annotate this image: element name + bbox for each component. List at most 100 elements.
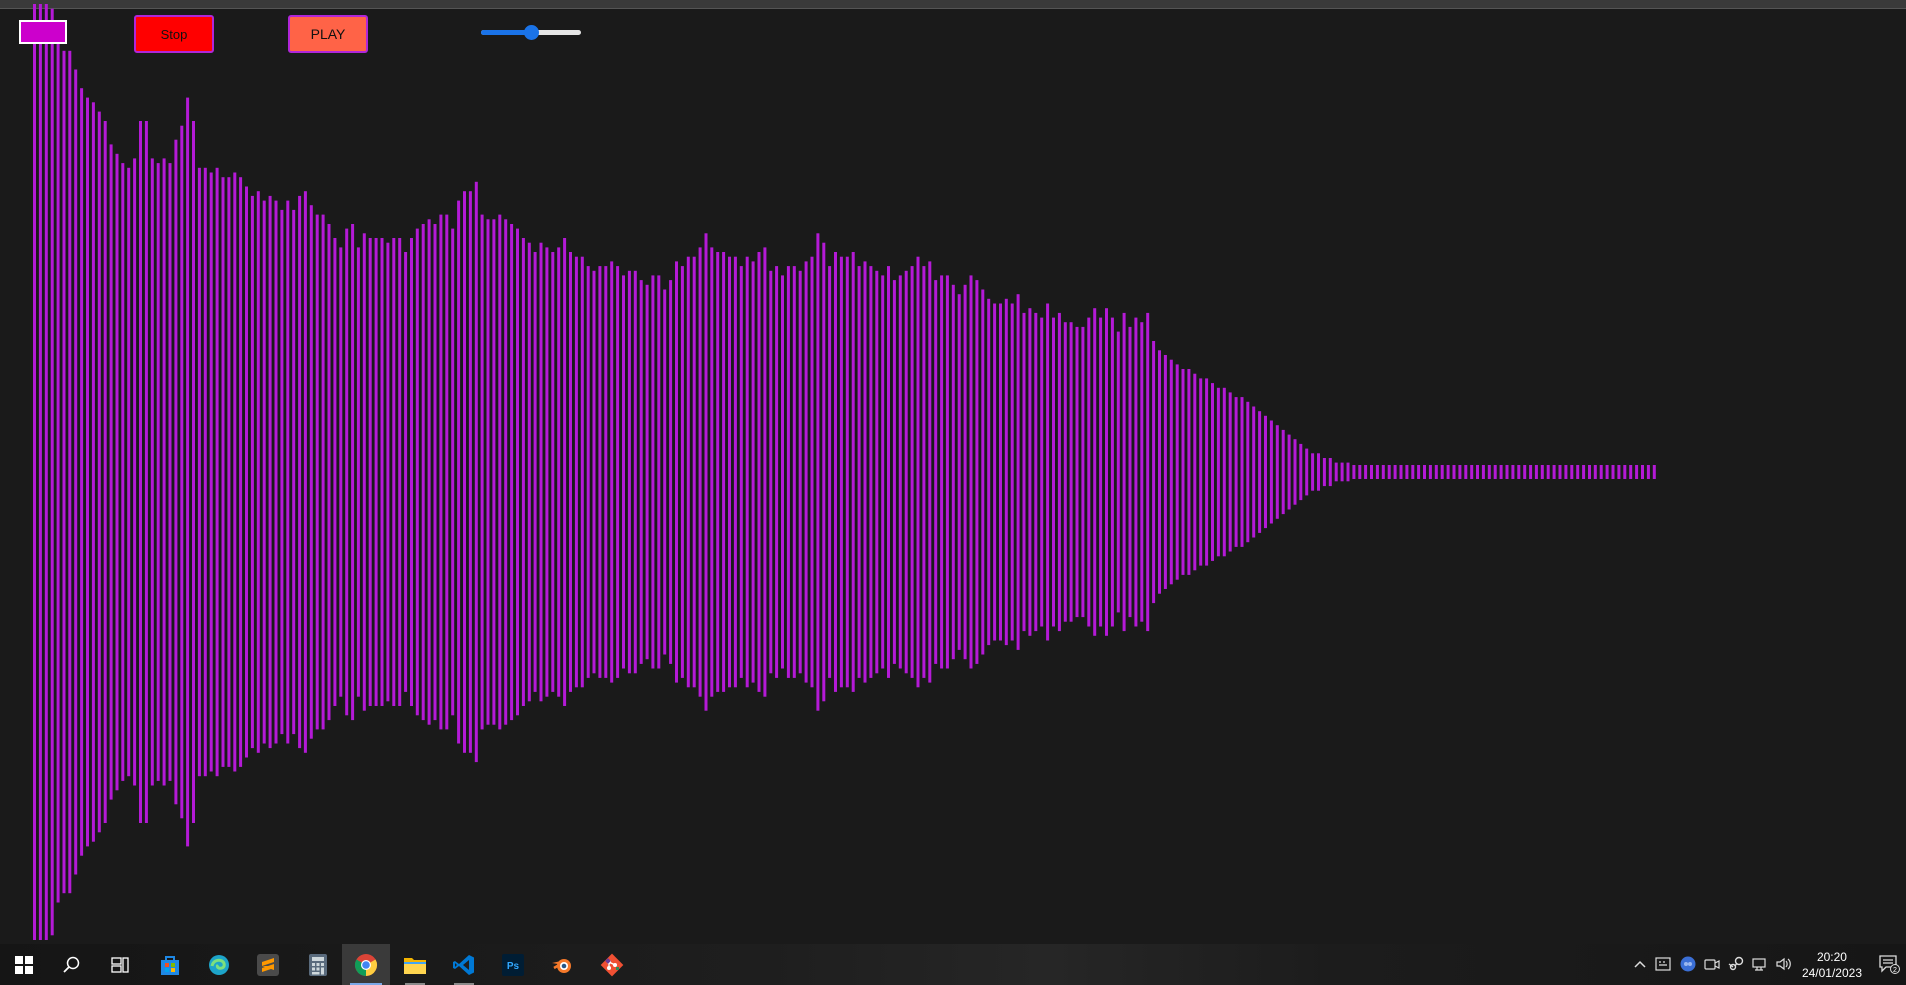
visualizer-bar	[545, 247, 549, 697]
visualizer-bar	[1305, 448, 1309, 496]
visualizer-bar	[781, 275, 784, 669]
visualizer-bar	[68, 50, 72, 894]
visualizer-bar	[751, 261, 755, 683]
visualizer-bar	[380, 238, 384, 706]
chrome-icon[interactable]	[342, 944, 390, 985]
visualizer-bar	[50, 8, 54, 936]
visualizer-bar	[1010, 303, 1014, 641]
visualizer-bar	[1240, 397, 1244, 547]
visualizer-bar	[1287, 434, 1291, 510]
vscode-icon[interactable]	[440, 944, 488, 985]
visualizer-bar	[1641, 465, 1644, 479]
sublime-text-icon[interactable]	[244, 944, 292, 985]
steam-icon[interactable]	[1728, 956, 1744, 972]
chevron-up-icon[interactable]	[1632, 956, 1648, 972]
visualizer-bar	[845, 256, 849, 688]
visualizer-bar	[1611, 465, 1615, 479]
visualizer-bar	[374, 238, 378, 706]
play-button[interactable]: PLAY	[288, 15, 368, 53]
visualizer-bar	[910, 266, 914, 678]
visualizer-bar	[869, 266, 873, 678]
visualizer-bar	[1428, 465, 1432, 479]
visualizer-bar	[1169, 359, 1173, 585]
edge-browser-icon[interactable]	[195, 944, 243, 985]
volume-icon[interactable]	[1776, 956, 1792, 972]
visualizer-bar	[1370, 465, 1373, 479]
notification-count: 2	[1893, 967, 1897, 974]
visualizer-bar	[592, 270, 596, 674]
visualizer-bar	[1423, 465, 1426, 479]
visualizer-bar	[392, 238, 396, 706]
visualizer-bar	[139, 121, 142, 823]
visualizer-bar	[1440, 465, 1444, 479]
visualizer-bar	[1599, 465, 1603, 479]
visualizer-bar	[1517, 465, 1521, 479]
notification-center-icon[interactable]: 2	[1878, 954, 1900, 974]
visualizer-bar	[1322, 458, 1326, 487]
visualizer-bar	[62, 50, 66, 894]
visualizer-bar	[1652, 465, 1656, 479]
volume-slider[interactable]	[481, 25, 581, 40]
visualizer-bar	[1311, 453, 1315, 491]
visualizer-bar	[1476, 465, 1479, 479]
visualizer-bar	[551, 252, 555, 692]
visualizer-bar	[356, 247, 360, 697]
visualizer-bar	[1116, 331, 1120, 613]
visualizer-bar	[109, 144, 113, 800]
camera-icon[interactable]	[1704, 956, 1720, 972]
task-view-icon[interactable]	[96, 944, 144, 985]
visualizer-bar	[1617, 465, 1621, 479]
visualizer-bar	[180, 125, 184, 819]
visualizer-bar	[1258, 411, 1262, 533]
file-explorer-icon[interactable]	[391, 944, 439, 985]
visualizer-bar	[215, 167, 219, 777]
stop-button[interactable]: Stop	[134, 15, 214, 53]
visualizer-bar	[922, 266, 926, 678]
visualizer-bar	[533, 252, 537, 692]
taskbar: Ps 20:20 24/01/2023 2	[0, 944, 1906, 985]
visualizer-bar	[1399, 465, 1403, 479]
photoshop-icon[interactable]: Ps	[489, 944, 537, 985]
visualizer-bar	[1646, 465, 1650, 479]
visualizer-bar	[1293, 439, 1297, 505]
blender-icon[interactable]	[538, 944, 586, 985]
visualizer-bar	[433, 224, 437, 721]
visualizer-bar	[698, 247, 702, 697]
microsoft-store-icon[interactable]	[146, 944, 194, 985]
visualizer-bar	[1452, 465, 1456, 479]
visualizer-bar	[757, 252, 761, 692]
visualizer-bar	[368, 238, 372, 706]
clock[interactable]: 20:20 24/01/2023	[1802, 949, 1862, 981]
visualizer-bar	[1028, 308, 1032, 636]
visualizer-bar	[1334, 462, 1338, 482]
visualizer-bar	[1470, 465, 1474, 479]
keyboard-icon[interactable]	[1655, 956, 1671, 972]
visualizer-bar	[1158, 350, 1161, 594]
visualizer-bar	[627, 270, 631, 674]
visualizer-bar	[315, 214, 319, 730]
visualizer-bar	[834, 252, 837, 692]
visualizer-bar	[233, 172, 237, 772]
calculator-icon[interactable]	[294, 944, 342, 985]
visualizer-bar	[415, 228, 419, 716]
visualizer-bar	[1175, 364, 1179, 580]
visualizer-bar	[86, 97, 89, 847]
visualizer-bar	[1523, 465, 1527, 479]
visualizer-bar	[333, 238, 337, 706]
volume-slider-thumb[interactable]	[524, 25, 539, 40]
visualizer-bar	[940, 275, 944, 669]
onedrive-icon[interactable]	[1680, 956, 1696, 972]
visualizer-bar	[197, 167, 201, 777]
network-icon[interactable]	[1752, 956, 1768, 972]
git-icon[interactable]	[588, 944, 636, 985]
visualizer-bar	[1105, 308, 1108, 636]
windows-start-icon[interactable]	[0, 944, 48, 985]
color-picker[interactable]	[19, 20, 67, 44]
visualizer-bar	[74, 69, 78, 875]
visualizer-bar	[209, 172, 213, 772]
search-icon[interactable]	[48, 944, 96, 985]
visualizer-bar	[928, 261, 932, 683]
visualizer-bar	[451, 228, 455, 716]
visualizer-bar	[192, 121, 195, 823]
visualizer-bar	[1199, 378, 1203, 566]
